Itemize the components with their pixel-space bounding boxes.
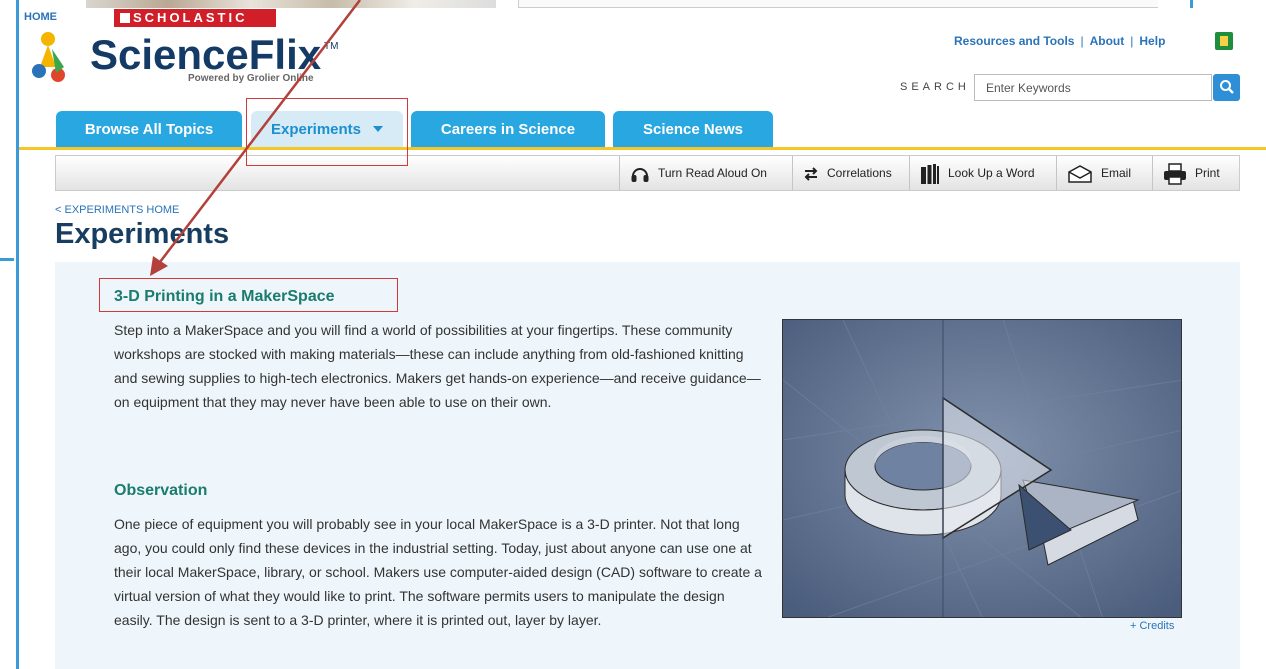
search-button[interactable] [1213,74,1240,101]
resources-and-tools-link[interactable]: Resources and Tools [954,34,1074,48]
email-label: Email [1101,166,1132,180]
swap-arrows-icon [804,167,818,181]
printer-icon [1164,163,1186,185]
annotation-highlight-experiments-tab [246,98,408,166]
google-classroom-icon[interactable] [1215,32,1233,50]
look-up-word-button[interactable]: Look Up a Word [909,156,1056,190]
left-bar-tick [0,258,14,261]
search-input[interactable] [974,74,1212,101]
home-link[interactable]: HOME [24,11,57,23]
observation-paragraph: One piece of equipment you will probably… [114,516,762,628]
read-aloud-button[interactable]: Turn Read Aloud On [619,156,792,190]
help-link[interactable]: Help [1139,34,1165,48]
header-ad-strip [518,0,1158,8]
correlations-label: Correlations [827,166,892,180]
tab-science-news[interactable]: Science News [613,111,773,148]
scholastic-wordmark: SCHOLASTIC [133,10,248,25]
annotation-highlight-article-title [99,278,398,312]
nav-divider [19,147,1266,150]
scienceflix-wordmark: ScienceFlix [90,31,322,78]
about-link[interactable]: About [1090,34,1125,48]
utility-links: Resources and Tools | About | Help [954,34,1165,48]
page-title: Experiments [55,218,230,250]
experiments-home-breadcrumb[interactable]: < EXPERIMENTS HOME [55,204,179,216]
left-accent-bar [0,0,19,669]
print-label: Print [1195,166,1220,180]
envelope-icon [1068,164,1092,183]
search-label: SEARCH [900,81,970,93]
correlations-button[interactable]: Correlations [792,156,909,190]
header-banner-image [86,0,496,8]
tab-label: Careers in Science [440,121,576,138]
scholastic-logo[interactable]: SCHOLASTIC [114,9,276,27]
cad-render-image[interactable] [782,319,1182,618]
credits-link[interactable]: + Credits [1130,620,1174,632]
article-toolbar: Turn Read Aloud On Correlations Look Up … [55,155,1240,191]
scienceflix-logo-icon [32,32,65,82]
tab-label: Browse All Topics [84,121,214,138]
observation-heading: Observation [114,482,208,499]
search-icon [1220,80,1234,94]
link-separator: | [1080,34,1084,48]
print-button[interactable]: Print [1152,156,1240,190]
article-intro-paragraph: Step into a MakerSpace and you will find… [114,322,761,410]
cad-model-illustration [783,320,1181,617]
logo-tagline: Powered by Grolier Online [188,73,314,84]
headphones-icon [631,167,649,182]
scienceflix-logo[interactable]: ScienceFlix TM Powered by Grolier Online [32,27,352,89]
email-button[interactable]: Email [1056,156,1152,190]
read-aloud-label: Turn Read Aloud On [658,166,767,180]
tab-label: Science News [642,121,744,138]
trademark-mark: TM [324,41,339,52]
tab-browse-all-topics[interactable]: Browse All Topics [56,111,242,148]
books-icon [921,163,939,184]
right-accent-mark [1190,0,1193,8]
book-icon [120,13,130,23]
link-separator: | [1130,34,1134,48]
tab-careers-in-science[interactable]: Careers in Science [411,111,605,148]
look-up-word-label: Look Up a Word [948,166,1035,180]
